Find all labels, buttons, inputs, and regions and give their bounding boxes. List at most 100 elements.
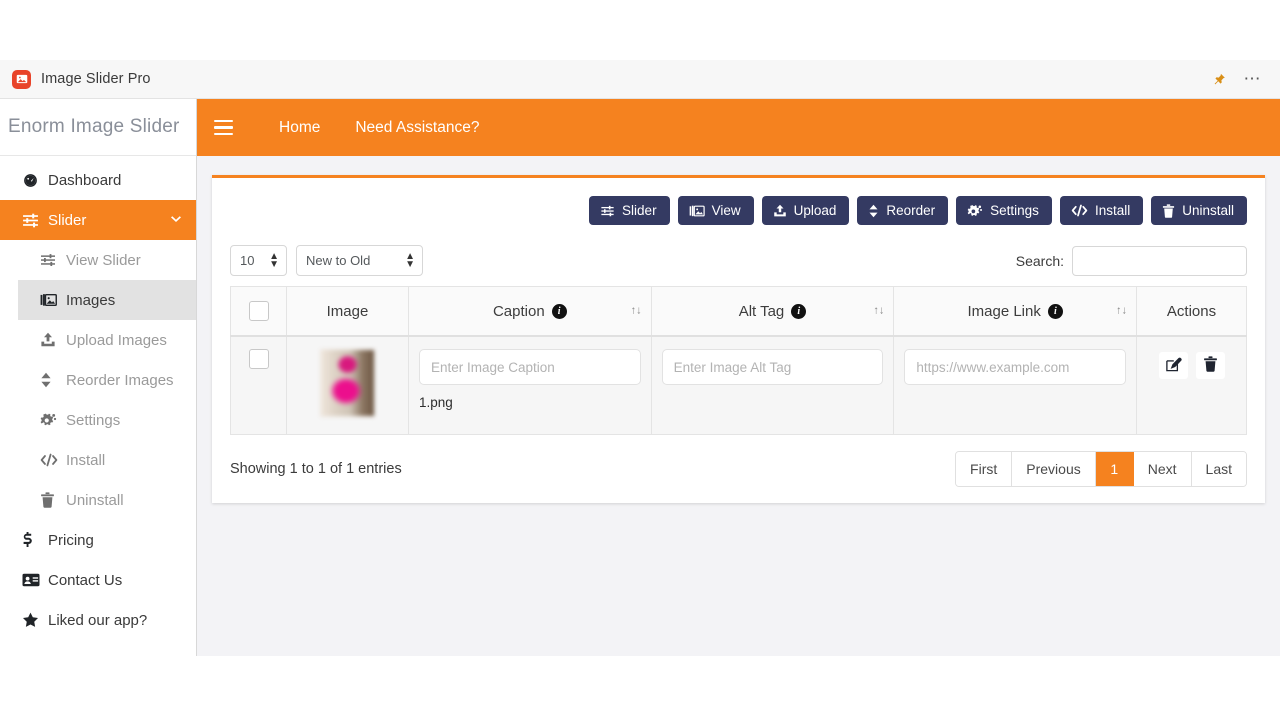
- sidebar-item-dashboard[interactable]: Dashboard: [0, 160, 196, 200]
- pagination-previous[interactable]: Previous: [1012, 452, 1096, 486]
- code-icon: [40, 453, 66, 467]
- row-checkbox[interactable]: [248, 349, 269, 369]
- info-icon[interactable]: i: [551, 303, 567, 319]
- row-thumbnail-cell: [286, 335, 409, 435]
- column-header-caption[interactable]: Caption i ↑↓: [408, 286, 652, 337]
- sidebar: Enorm Image Slider Dashboard Slider View…: [0, 99, 197, 656]
- trash-icon: [40, 492, 66, 508]
- info-icon[interactable]: i: [791, 303, 807, 319]
- sidebar-item-images[interactable]: Images: [18, 280, 196, 320]
- table-body: 1.png: [230, 335, 1247, 435]
- search-input[interactable]: [1072, 245, 1247, 276]
- app-title: Image Slider Pro: [41, 71, 151, 87]
- toolbar-upload-button[interactable]: Upload: [761, 196, 850, 225]
- sidebar-item-label: Reorder Images: [66, 371, 174, 389]
- table-row: 1.png: [230, 335, 1247, 435]
- toolbar-uninstall-button[interactable]: Uninstall: [1151, 196, 1247, 225]
- sort-icon[interactable]: ↑↓: [873, 305, 884, 317]
- ellipsis-icon[interactable]: ⋯: [1244, 70, 1263, 87]
- gears-icon: [967, 204, 983, 218]
- hamburger-icon[interactable]: [214, 119, 244, 136]
- sidebar-item-settings[interactable]: Settings: [18, 400, 196, 440]
- alt-tag-input[interactable]: [661, 349, 884, 385]
- sidebar-item-uninstall[interactable]: Uninstall: [18, 480, 196, 520]
- sidebar-item-install[interactable]: Install: [18, 440, 196, 480]
- pagination-first[interactable]: First: [956, 452, 1013, 486]
- sliders-icon: [600, 204, 615, 218]
- info-icon[interactable]: i: [1047, 303, 1063, 319]
- file-name: 1.png: [419, 395, 453, 410]
- toolbar-install-button[interactable]: Install: [1059, 196, 1144, 225]
- sliders-icon: [40, 252, 66, 268]
- sort-icon[interactable]: ↑↓: [631, 305, 642, 317]
- page-length-select[interactable]: 10: [230, 245, 287, 276]
- toolbar-button-label: Settings: [990, 203, 1039, 218]
- sidebar-item-contact-us[interactable]: Contact Us: [0, 560, 196, 600]
- chevron-down-icon: [170, 213, 182, 227]
- toolbar-view-button[interactable]: View: [677, 196, 754, 225]
- sidebar-item-liked-our-app[interactable]: Liked our app?: [0, 600, 196, 640]
- sidebar-item-upload-images[interactable]: Upload Images: [18, 320, 196, 360]
- search-label: Search:: [1015, 252, 1064, 269]
- row-actions-cell: [1136, 335, 1247, 435]
- star-icon: [22, 612, 48, 628]
- column-label: Image Link: [967, 302, 1041, 320]
- code-icon: [1071, 204, 1088, 217]
- sort-order-select[interactable]: New to Old: [296, 245, 423, 276]
- sidebar-item-reorder-images[interactable]: Reorder Images: [18, 360, 196, 400]
- images-icon: [40, 292, 66, 308]
- sidebar-nav: Dashboard Slider View Slider Images Uplo…: [0, 156, 196, 640]
- sort-icon[interactable]: ↑↓: [1116, 305, 1127, 317]
- toolbar-button-label: Slider: [622, 203, 657, 218]
- sliders-icon: [22, 212, 48, 229]
- navlink-need-assistance[interactable]: Need Assistance?: [355, 119, 479, 137]
- sidebar-brand: Enorm Image Slider: [0, 99, 196, 156]
- image-link-input[interactable]: [904, 349, 1126, 385]
- sidebar-item-label: Install: [66, 451, 106, 469]
- column-header-image-link[interactable]: Image Link i ↑↓: [893, 286, 1137, 337]
- toolbar-settings-button[interactable]: Settings: [956, 196, 1052, 225]
- dollar-icon: [22, 531, 48, 549]
- table-head: Image Caption i ↑↓ Alt Tag i ↑↓ Image Li…: [230, 286, 1247, 337]
- sidebar-item-label: View Slider: [66, 251, 141, 269]
- column-header-alt-tag[interactable]: Alt Tag i ↑↓: [650, 286, 895, 337]
- pagination-last[interactable]: Last: [1191, 452, 1246, 486]
- sidebar-subnav: View Slider Images Upload Images Reorder…: [0, 240, 196, 520]
- toolbar-button-label: Reorder: [886, 203, 936, 218]
- column-label: Actions: [1166, 302, 1217, 320]
- sidebar-item-label: Images: [66, 291, 116, 309]
- trash-icon: [1203, 356, 1218, 375]
- select-all-header: [230, 286, 287, 337]
- pagination-page-1[interactable]: 1: [1095, 452, 1134, 486]
- toolbar-slider-button[interactable]: Slider: [589, 196, 670, 225]
- image-icon: [12, 69, 31, 89]
- upload-icon: [773, 204, 787, 218]
- table-header-row: Image Caption i ↑↓ Alt Tag i ↑↓ Image Li…: [230, 286, 1247, 337]
- edit-button[interactable]: [1158, 352, 1188, 379]
- top-navbar: Home Need Assistance?: [197, 99, 1280, 156]
- trash-icon: [1162, 203, 1175, 218]
- sidebar-item-slider[interactable]: Slider: [0, 200, 196, 240]
- image-thumbnail: [320, 349, 375, 417]
- toolbar-button-label: Uninstall: [1182, 203, 1234, 218]
- select-all-checkbox[interactable]: [248, 301, 269, 321]
- sidebar-item-label: Pricing: [48, 531, 94, 549]
- delete-button[interactable]: [1195, 352, 1225, 379]
- caption-input[interactable]: [419, 349, 641, 385]
- toolbar-reorder-button[interactable]: Reorder: [857, 196, 949, 225]
- pagination: First Previous 1 Next Last: [955, 451, 1247, 487]
- pin-icon[interactable]: [1213, 72, 1226, 87]
- navlink-home[interactable]: Home: [279, 119, 320, 137]
- column-label: Alt Tag: [738, 302, 785, 320]
- dashboard-icon: [22, 172, 48, 189]
- sidebar-item-label: Uninstall: [66, 491, 124, 509]
- table-controls: 10 ▲ ▼ New to Old ▲ ▼ Search:: [230, 239, 1247, 286]
- entries-count: Showing 1 to 1 of 1 entries: [230, 461, 402, 477]
- app-body: Enorm Image Slider Dashboard Slider View…: [0, 99, 1280, 656]
- sidebar-item-pricing[interactable]: Pricing: [0, 520, 196, 560]
- sidebar-item-view-slider[interactable]: View Slider: [18, 240, 196, 280]
- column-label: Caption: [492, 302, 545, 320]
- sidebar-item-label: Upload Images: [66, 331, 167, 349]
- pagination-next[interactable]: Next: [1133, 452, 1192, 486]
- row-caption-cell: 1.png: [408, 335, 652, 435]
